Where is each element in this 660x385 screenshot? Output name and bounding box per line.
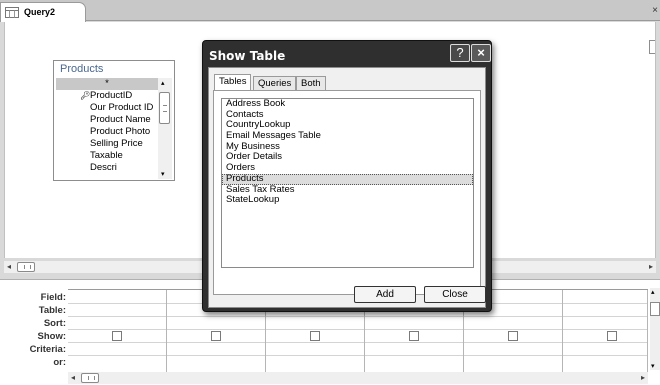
row-label-criteria: Criteria: bbox=[29, 344, 66, 355]
scroll-up-icon[interactable]: ▴ bbox=[651, 288, 655, 296]
row-label-table: Table: bbox=[38, 305, 66, 316]
field-name: Taxable bbox=[90, 150, 123, 161]
field-name: Product Name bbox=[90, 114, 151, 125]
field-list-item[interactable]: 🔑︎ ProductID bbox=[56, 90, 158, 102]
show-checkbox[interactable] bbox=[211, 331, 221, 341]
close-document-icon[interactable]: × bbox=[652, 5, 658, 16]
field-list-item[interactable]: Selling Price bbox=[56, 138, 158, 150]
field-name: Product Photo bbox=[90, 126, 151, 137]
dialog-body: Tables Queries Both Address Book Contact… bbox=[208, 67, 486, 308]
list-item-selected[interactable]: Products bbox=[222, 173, 473, 185]
show-checkbox[interactable] bbox=[409, 331, 419, 341]
field-list-item[interactable]: Product Name bbox=[56, 114, 158, 126]
field-list-item[interactable]: Product Photo bbox=[56, 126, 158, 138]
scrollbar-thumb[interactable] bbox=[650, 302, 660, 316]
show-checkbox[interactable] bbox=[508, 331, 518, 341]
tab-both[interactable]: Both bbox=[296, 76, 326, 91]
grid-horizontal-scrollbar[interactable]: ◂ ▸ bbox=[68, 372, 648, 384]
scroll-right-icon[interactable]: ▸ bbox=[649, 262, 653, 271]
show-checkbox[interactable] bbox=[112, 331, 122, 341]
canvas-edge-marker bbox=[649, 40, 655, 54]
show-checkbox[interactable] bbox=[607, 331, 617, 341]
scroll-down-icon[interactable]: ▾ bbox=[161, 170, 165, 178]
grid-vertical-scrollbar[interactable]: ▴ ▾ bbox=[650, 288, 660, 370]
query2-tab[interactable]: Query2 bbox=[0, 2, 86, 22]
list-item[interactable]: StateLookup bbox=[222, 194, 473, 206]
show-checkbox[interactable] bbox=[310, 331, 320, 341]
primary-key-icon: 🔑︎ bbox=[80, 91, 91, 100]
show-table-dialog[interactable]: Show Table ? × Tables Queries Both Addre… bbox=[202, 40, 492, 312]
close-icon[interactable]: × bbox=[471, 44, 491, 62]
scroll-up-icon[interactable]: ▴ bbox=[161, 79, 165, 87]
document-tab-bar: Query2 × bbox=[0, 0, 660, 22]
dialog-title: Show Table bbox=[209, 49, 286, 63]
products-field-list[interactable]: Products * 🔑︎ ProductID Our Product ID Pr… bbox=[53, 60, 175, 181]
field-name: Selling Price bbox=[90, 138, 143, 149]
scrollbar-thumb[interactable] bbox=[159, 92, 170, 124]
field-list-item[interactable]: Our Product ID bbox=[56, 102, 158, 114]
row-label-field: Field: bbox=[40, 292, 66, 303]
close-button[interactable]: Close bbox=[424, 286, 486, 303]
add-button[interactable]: Add bbox=[354, 286, 416, 303]
scroll-right-icon[interactable]: ▸ bbox=[641, 373, 645, 382]
query-tab-label: Query2 bbox=[24, 7, 56, 17]
scrollbar-thumb[interactable] bbox=[17, 262, 35, 272]
tables-list[interactable]: Address Book Contacts CountryLookup Emai… bbox=[221, 98, 474, 268]
scroll-left-icon[interactable]: ◂ bbox=[7, 262, 11, 271]
field-list-item[interactable]: Taxable bbox=[56, 150, 158, 162]
field-name: Descri bbox=[90, 162, 117, 173]
row-label-show: Show: bbox=[37, 331, 67, 342]
list-item[interactable]: Order Details bbox=[222, 152, 473, 163]
row-label-or: or: bbox=[53, 357, 66, 368]
field-list-title: Products bbox=[60, 63, 104, 75]
field-list-item[interactable]: * bbox=[56, 78, 158, 90]
field-name: Our Product ID bbox=[90, 102, 154, 113]
scroll-left-icon[interactable]: ◂ bbox=[71, 373, 75, 382]
tab-queries[interactable]: Queries bbox=[253, 76, 297, 91]
row-label-sort: Sort: bbox=[43, 318, 66, 329]
scroll-down-icon[interactable]: ▾ bbox=[651, 362, 655, 370]
scrollbar-thumb[interactable] bbox=[81, 373, 99, 383]
grid-column[interactable] bbox=[563, 290, 648, 372]
tables-tab-panel: Address Book Contacts CountryLookup Emai… bbox=[213, 90, 481, 295]
field-list-scrollbar[interactable]: ▴ ▾ bbox=[158, 78, 172, 179]
field-list-item[interactable]: Descri bbox=[56, 162, 158, 174]
field-name: ProductID bbox=[90, 90, 133, 101]
field-list-items: * 🔑︎ ProductID Our Product ID Product Nam… bbox=[56, 78, 158, 179]
query-icon bbox=[5, 7, 19, 18]
help-icon[interactable]: ? bbox=[450, 44, 470, 62]
field-name: * bbox=[105, 78, 109, 89]
